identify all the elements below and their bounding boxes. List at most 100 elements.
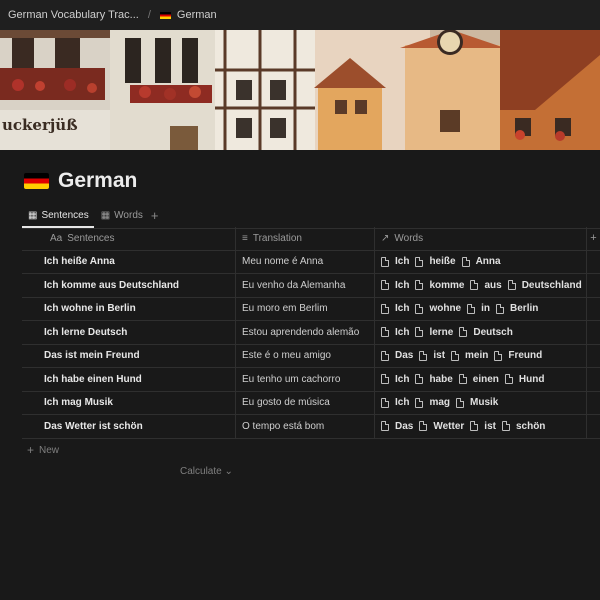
calculate-button[interactable]: Calculate ⌄ xyxy=(180,466,233,477)
word-relation-chip[interactable]: heiße xyxy=(415,256,456,267)
word-relation-chip[interactable]: Deutsch xyxy=(459,326,513,338)
word-relation-chip[interactable]: habe xyxy=(415,373,453,385)
word-relation-chip[interactable]: aus xyxy=(470,280,502,291)
sentence-cell[interactable]: Ich komme aus Deutschland xyxy=(22,274,236,297)
word-label: ist xyxy=(484,420,496,432)
words-cell[interactable]: Das Wetter ist schön xyxy=(375,415,587,438)
word-relation-chip[interactable]: Musik xyxy=(456,397,498,408)
cover-shop-sign: uckerjüß xyxy=(2,116,78,134)
page-icon xyxy=(381,350,389,361)
word-relation-chip[interactable]: einen xyxy=(458,374,499,385)
table-row[interactable]: Ich wohne in Berlin Eu moro em Berlim Ich w… xyxy=(22,297,600,321)
sentence-cell[interactable]: Ich mag Musik xyxy=(22,391,236,414)
word-relation-chip[interactable]: Ich xyxy=(381,303,409,314)
table-icon: ▦ xyxy=(100,209,111,221)
word-relation-chip[interactable]: in xyxy=(467,303,490,314)
word-relation-chip[interactable]: Ich xyxy=(381,374,409,385)
table-row[interactable]: Ich habe einen Hund Eu tenho um cachorro I… xyxy=(22,368,600,392)
word-label: Deutsch xyxy=(473,326,513,338)
words-cell[interactable]: Ich komme aus Deutschland xyxy=(375,274,587,297)
tab-words[interactable]: ▦ Words xyxy=(95,203,149,227)
translation-cell[interactable]: Meu nome é Anna xyxy=(236,250,375,273)
page-title[interactable]: German xyxy=(58,169,137,193)
column-header-sentences[interactable]: Aa Sentences xyxy=(22,227,236,250)
add-property-button[interactable]: + xyxy=(587,227,600,250)
translation-cell[interactable]: Eu gosto de música xyxy=(236,391,375,414)
table-row[interactable]: Ich mag Musik Eu gosto de música Ich mag Mus… xyxy=(22,391,600,415)
word-relation-chip[interactable]: Ich xyxy=(381,280,409,291)
word-relation-chip[interactable]: Hund xyxy=(504,374,544,385)
sentence-cell[interactable]: Ich wohne in Berlin xyxy=(22,297,236,320)
page-icon xyxy=(415,256,424,267)
translation-cell[interactable]: Eu tenho um cachorro xyxy=(236,368,375,391)
word-relation-chip[interactable]: Ich xyxy=(381,397,409,408)
sentence-cell[interactable]: Das Wetter ist schön xyxy=(22,415,236,438)
table-row[interactable]: Ich heiße Anna Meu nome é Anna Ich heiße Ann… xyxy=(22,250,600,274)
words-cell[interactable]: Das ist mein Freund xyxy=(375,344,587,367)
calculate-label: Calculate xyxy=(180,466,222,477)
words-cell[interactable]: Ich heiße Anna xyxy=(375,250,587,273)
word-relation-chip[interactable]: lerne xyxy=(415,327,453,338)
word-relation-chip[interactable]: komme xyxy=(415,280,464,291)
cover-image[interactable]: uckerjüß xyxy=(0,30,600,150)
word-relation-chip[interactable]: Das xyxy=(381,350,413,361)
word-label: Das xyxy=(395,420,414,432)
page-icon xyxy=(415,374,424,385)
sentence-cell[interactable]: Ich heiße Anna xyxy=(22,250,236,273)
breadcrumb-parent[interactable]: German Vocabulary Trac... xyxy=(8,9,139,21)
words-cell[interactable]: Ich habe einen Hund xyxy=(375,368,587,391)
word-relation-chip[interactable]: wohne xyxy=(415,303,461,314)
word-relation-chip[interactable]: mag xyxy=(415,397,450,408)
page-icon xyxy=(494,350,503,361)
word-relation-chip[interactable]: ist xyxy=(470,421,496,432)
page-icon xyxy=(458,374,467,385)
empty-cell xyxy=(587,298,600,321)
word-relation-chip[interactable]: ist xyxy=(419,350,445,361)
tab-sentences-label: Sentences xyxy=(41,209,89,221)
new-row-label: New xyxy=(39,444,60,456)
page-icon xyxy=(415,303,424,314)
word-relation-chip[interactable]: Ich xyxy=(381,327,409,338)
word-relation-chip[interactable]: Anna xyxy=(461,256,501,267)
column-header-words[interactable]: ↗ Words xyxy=(375,227,587,250)
page-icon xyxy=(381,327,389,338)
page-icon xyxy=(381,397,389,408)
word-relation-chip[interactable]: Freund xyxy=(494,350,542,361)
sentence-cell[interactable]: Ich habe einen Hund xyxy=(22,368,236,391)
empty-cell xyxy=(587,321,600,344)
page-icon xyxy=(507,280,516,291)
word-relation-chip[interactable]: Ich xyxy=(381,256,409,267)
translation-cell[interactable]: Eu moro em Berlim xyxy=(236,297,375,320)
table-row[interactable]: Das Wetter ist schön O tempo está bom Das W… xyxy=(22,415,600,439)
page-icon xyxy=(419,421,428,432)
word-label: habe xyxy=(429,373,453,385)
sentence-cell[interactable]: Ich lerne Deutsch xyxy=(22,321,236,344)
word-relation-chip[interactable]: mein xyxy=(451,350,488,361)
breadcrumb-current[interactable]: German xyxy=(177,9,217,21)
page-header: German xyxy=(24,169,137,193)
tab-words-label: Words xyxy=(114,209,143,221)
words-cell[interactable]: Ich mag Musik xyxy=(375,391,587,414)
german-flag-icon xyxy=(159,11,171,19)
word-relation-chip[interactable]: Deutschland xyxy=(507,279,582,291)
tab-sentences[interactable]: ▦ Sentences xyxy=(22,203,95,227)
word-label: Deutschland xyxy=(521,279,582,291)
word-relation-chip[interactable]: schön xyxy=(501,421,545,432)
words-cell[interactable]: Ich lerne Deutsch xyxy=(375,321,587,344)
table-row[interactable]: Das ist mein Freund Este é o meu amigo Das… xyxy=(22,344,600,368)
word-relation-chip[interactable]: Das xyxy=(381,421,413,432)
word-relation-chip[interactable]: Wetter xyxy=(419,421,464,432)
words-cell[interactable]: Ich wohne in Berlin xyxy=(375,297,587,320)
column-header-translation[interactable]: ≡ Translation xyxy=(236,227,375,250)
new-row-button[interactable]: + New xyxy=(27,443,59,457)
translation-cell[interactable]: O tempo está bom xyxy=(236,415,375,438)
word-relation-chip[interactable]: Berlin xyxy=(496,303,538,314)
column-label: Words xyxy=(394,232,424,244)
table-row[interactable]: Ich lerne Deutsch Estou aprendendo alemão… xyxy=(22,321,600,345)
translation-cell[interactable]: Este é o meu amigo xyxy=(236,344,375,367)
table-row[interactable]: Ich komme aus Deutschland Eu venho da Ale… xyxy=(22,274,600,298)
add-view-button[interactable]: + xyxy=(151,208,159,223)
sentence-cell[interactable]: Das ist mein Freund xyxy=(22,344,236,367)
translation-cell[interactable]: Eu venho da Alemanha xyxy=(236,274,375,297)
translation-cell[interactable]: Estou aprendendo alemão xyxy=(236,321,375,344)
